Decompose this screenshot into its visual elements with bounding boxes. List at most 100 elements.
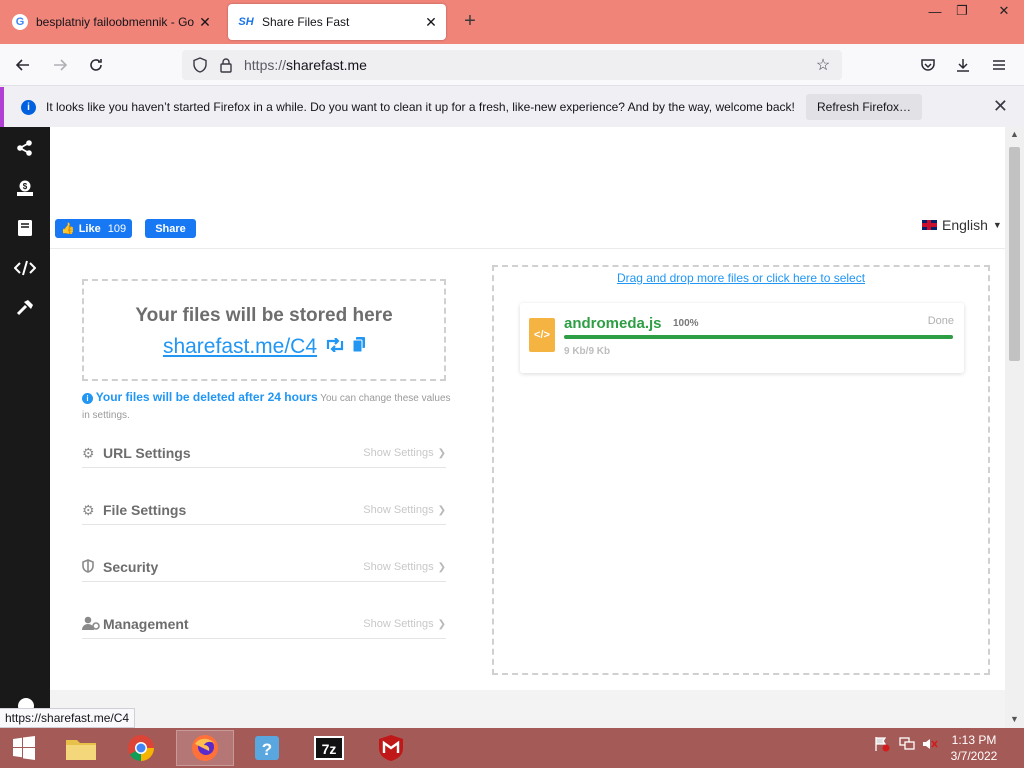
file-drop-zone[interactable]: Drag and drop more files or click here t… [492, 265, 990, 675]
7zip-taskbar-button[interactable]: 7z [300, 730, 358, 766]
help-taskbar-button[interactable]: ? [238, 730, 296, 766]
show-settings-toggle[interactable]: Show Settings [363, 447, 433, 459]
help-book-icon: ? [255, 736, 279, 760]
retention-note: i Your files will be deleted after 24 ho… [82, 389, 452, 424]
tab-sharefast[interactable]: SH Share Files Fast ✕ [228, 4, 446, 40]
scroll-up-arrow-icon[interactable]: ▲ [1005, 129, 1024, 139]
info-circle-icon: i [82, 393, 93, 404]
start-button[interactable] [0, 730, 48, 766]
link-status-bar: https://sharefast.me/C4 [0, 708, 136, 728]
file-explorer-taskbar-button[interactable] [52, 730, 110, 766]
network-tray-icon[interactable] [899, 736, 915, 755]
settings-title: Security [103, 559, 159, 575]
security-settings-row[interactable]: Security Show Settings ❯ [82, 553, 446, 582]
settings-title: File Settings [103, 502, 187, 518]
mcafee-taskbar-button[interactable] [362, 730, 420, 766]
retweet-icon[interactable] [325, 336, 345, 357]
share-link[interactable]: sharefast.me/C4 [163, 335, 317, 359]
code-icon[interactable] [0, 248, 50, 288]
forward-button[interactable] [47, 52, 73, 78]
browser-window: G besplatniy failoobmennik - Goo ✕ SH Sh… [0, 0, 1024, 768]
refresh-notification-bar: i It looks like you haven’t started Fire… [0, 87, 1024, 127]
back-button[interactable] [10, 52, 36, 78]
downloads-button[interactable] [950, 52, 976, 78]
url-settings-row[interactable]: ⚙ URL Settings Show Settings ❯ [82, 439, 446, 468]
caret-down-icon: ▼ [992, 220, 1002, 230]
tracking-shield-icon[interactable] [188, 53, 212, 77]
web-page: $ 👍 Like 109 Share English ▼ Your files … [0, 127, 1024, 728]
chevron-down-icon[interactable]: ❯ [438, 619, 446, 630]
chevron-down-icon[interactable]: ❯ [438, 448, 446, 459]
facebook-share-button[interactable]: Share [145, 219, 196, 238]
clock-time: 1:13 PM [951, 733, 997, 747]
menu-button[interactable] [986, 52, 1012, 78]
close-window-button[interactable]: ✕ [984, 0, 1024, 22]
tab-close-icon[interactable]: ✕ [420, 14, 442, 31]
storage-link-box: Your files will be stored here sharefast… [82, 279, 446, 381]
upload-status: Done [927, 315, 954, 327]
upload-percent: 100% [673, 318, 699, 329]
taskbar-clock[interactable]: 1:13 PM 3/7/2022 [934, 732, 1014, 764]
file-size: 9 Kb/9 Kb [564, 346, 611, 357]
firefox-taskbar-button[interactable] [176, 730, 234, 766]
money-tray-icon[interactable]: $ [0, 168, 50, 208]
copy-icon[interactable] [352, 337, 366, 357]
chevron-down-icon[interactable]: ❯ [438, 505, 446, 516]
cogs-icon: ⚙ [82, 501, 95, 518]
facebook-like-button[interactable]: 👍 Like 109 [55, 219, 133, 238]
forward-arrow-icon [54, 59, 68, 71]
url-text[interactable]: https://sharefast.me [244, 57, 810, 73]
file-name: andromeda.js [564, 315, 662, 332]
navigation-bar: https://sharefast.me ☆ [0, 44, 1024, 86]
bookmark-star-icon[interactable]: ☆ [810, 55, 836, 75]
language-selector[interactable]: English ▼ [922, 217, 1002, 233]
tab-close-icon[interactable]: ✕ [194, 14, 216, 31]
drop-more-files-link[interactable]: Drag and drop more files or click here t… [494, 271, 988, 285]
share-label: Share [155, 222, 186, 235]
file-settings-row[interactable]: ⚙ File Settings Show Settings ❯ [82, 496, 446, 525]
uploaded-file-card: </> andromeda.js 100% Done 9 Kb/9 Kb [520, 303, 964, 373]
upload-progress-bar [564, 335, 953, 339]
tab-strip: G besplatniy failoobmennik - Goo ✕ SH Sh… [0, 0, 1024, 44]
sidebar: $ [0, 127, 50, 728]
scroll-down-arrow-icon[interactable]: ▼ [1005, 714, 1024, 724]
tab-google[interactable]: G besplatniy failoobmennik - Goo ✕ [6, 4, 220, 40]
notification-close-icon[interactable]: ✕ [993, 96, 1008, 117]
reload-button[interactable] [83, 52, 109, 78]
new-tab-button[interactable]: + [458, 10, 482, 34]
flag-error-tray-icon[interactable] [874, 736, 890, 755]
show-settings-toggle[interactable]: Show Settings [363, 504, 433, 516]
book-icon[interactable] [0, 208, 50, 248]
lock-icon[interactable] [214, 53, 238, 77]
download-icon [957, 59, 969, 72]
divider [50, 248, 1005, 249]
show-settings-toggle[interactable]: Show Settings [363, 618, 433, 630]
main-content: 👍 Like 109 Share English ▼ Your files wi… [50, 127, 1005, 690]
user-cog-icon [82, 616, 100, 633]
storage-title: Your files will be stored here [135, 305, 393, 326]
js-file-icon: </> [529, 318, 555, 352]
share-icon[interactable] [0, 128, 50, 168]
language-label: English [942, 217, 988, 233]
clock-date: 3/7/2022 [950, 749, 998, 763]
shield-icon [82, 558, 100, 576]
show-settings-toggle[interactable]: Show Settings [363, 561, 433, 573]
hammer-icon[interactable] [0, 288, 50, 328]
like-count: 109 [107, 222, 127, 235]
page-footer-gap [50, 690, 1005, 728]
settings-title: URL Settings [103, 445, 191, 461]
pocket-button[interactable] [915, 52, 941, 78]
chevron-down-icon[interactable]: ❯ [438, 562, 446, 573]
windows-logo-icon [13, 736, 35, 760]
chrome-taskbar-button[interactable] [112, 730, 170, 766]
tab-title: besplatniy failoobmennik - Goo [36, 15, 194, 29]
management-settings-row[interactable]: Management Show Settings ❯ [82, 610, 446, 639]
restore-button[interactable]: ❐ [945, 0, 979, 22]
url-bar[interactable]: https://sharefast.me ☆ [182, 50, 842, 80]
vertical-scrollbar[interactable]: ▲ ▼ [1005, 127, 1024, 728]
scrollbar-thumb[interactable] [1009, 147, 1020, 361]
upload-progress-fill [564, 335, 953, 339]
refresh-firefox-button[interactable]: Refresh Firefox… [806, 94, 923, 120]
reload-icon [90, 59, 102, 71]
svg-text:7z: 7z [322, 741, 337, 757]
